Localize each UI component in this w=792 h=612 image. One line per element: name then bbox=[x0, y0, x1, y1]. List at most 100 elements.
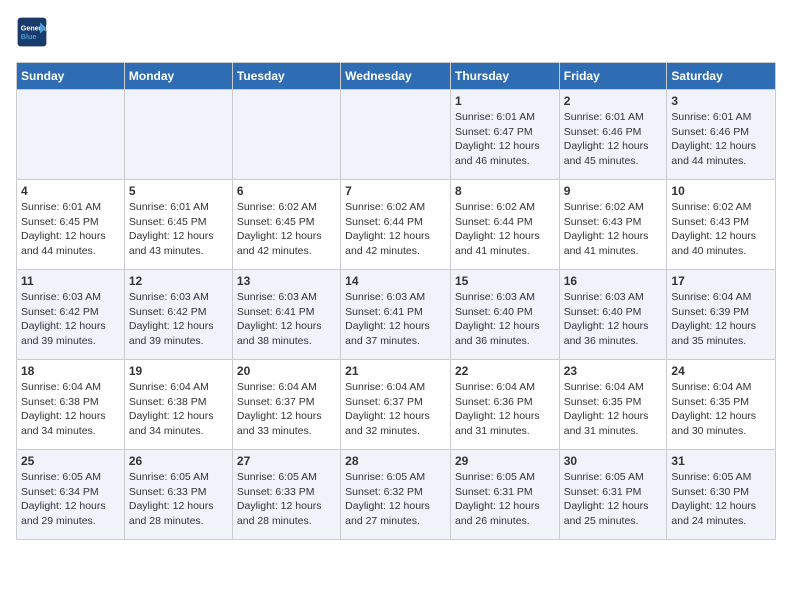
calendar-cell: 17 Sunrise: 6:04 AM Sunset: 6:39 PM Dayli… bbox=[667, 270, 776, 360]
day-number: 9 bbox=[564, 184, 663, 198]
logo: General Blue bbox=[16, 16, 52, 48]
calendar-cell: 31 Sunrise: 6:05 AM Sunset: 6:30 PM Dayli… bbox=[667, 450, 776, 540]
calendar-cell: 1Sunrise: 6:01 AM Sunset: 6:47 PM Daylig… bbox=[450, 90, 559, 180]
day-info: Sunrise: 6:03 AM Sunset: 6:40 PM Dayligh… bbox=[564, 290, 663, 349]
calendar-cell: 6 Sunrise: 6:02 AM Sunset: 6:45 PM Daylig… bbox=[232, 180, 340, 270]
day-number: 24 bbox=[671, 364, 771, 378]
day-info: Sunrise: 6:04 AM Sunset: 6:35 PM Dayligh… bbox=[564, 380, 663, 439]
column-header-sunday: Sunday bbox=[17, 63, 125, 90]
day-number: 18 bbox=[21, 364, 120, 378]
day-number: 20 bbox=[237, 364, 336, 378]
day-number: 21 bbox=[345, 364, 446, 378]
day-info: Sunrise: 6:04 AM Sunset: 6:37 PM Dayligh… bbox=[345, 380, 446, 439]
day-info: Sunrise: 6:05 AM Sunset: 6:32 PM Dayligh… bbox=[345, 470, 446, 529]
day-number: 30 bbox=[564, 454, 663, 468]
calendar-cell: 12 Sunrise: 6:03 AM Sunset: 6:42 PM Dayli… bbox=[124, 270, 232, 360]
column-header-wednesday: Wednesday bbox=[341, 63, 451, 90]
calendar-cell: 26 Sunrise: 6:05 AM Sunset: 6:33 PM Dayli… bbox=[124, 450, 232, 540]
day-number: 4 bbox=[21, 184, 120, 198]
day-info: Sunrise: 6:02 AM Sunset: 6:43 PM Dayligh… bbox=[671, 200, 771, 259]
day-info: Sunrise: 6:02 AM Sunset: 6:43 PM Dayligh… bbox=[564, 200, 663, 259]
calendar-cell: 27 Sunrise: 6:05 AM Sunset: 6:33 PM Dayli… bbox=[232, 450, 340, 540]
day-info: Sunrise: 6:05 AM Sunset: 6:33 PM Dayligh… bbox=[237, 470, 336, 529]
day-info: Sunrise: 6:03 AM Sunset: 6:41 PM Dayligh… bbox=[345, 290, 446, 349]
day-number: 25 bbox=[21, 454, 120, 468]
day-number: 13 bbox=[237, 274, 336, 288]
day-info: Sunrise: 6:01 AM Sunset: 6:46 PM Dayligh… bbox=[564, 110, 663, 169]
calendar-cell: 11 Sunrise: 6:03 AM Sunset: 6:42 PM Dayli… bbox=[17, 270, 125, 360]
day-number: 23 bbox=[564, 364, 663, 378]
day-number: 12 bbox=[129, 274, 228, 288]
day-info: Sunrise: 6:05 AM Sunset: 6:33 PM Dayligh… bbox=[129, 470, 228, 529]
day-number: 7 bbox=[345, 184, 446, 198]
day-number: 17 bbox=[671, 274, 771, 288]
day-number: 28 bbox=[345, 454, 446, 468]
day-info: Sunrise: 6:05 AM Sunset: 6:30 PM Dayligh… bbox=[671, 470, 771, 529]
calendar-cell bbox=[232, 90, 340, 180]
day-number: 26 bbox=[129, 454, 228, 468]
day-info: Sunrise: 6:03 AM Sunset: 6:40 PM Dayligh… bbox=[455, 290, 555, 349]
day-info: Sunrise: 6:05 AM Sunset: 6:31 PM Dayligh… bbox=[564, 470, 663, 529]
day-number: 5 bbox=[129, 184, 228, 198]
day-info: Sunrise: 6:01 AM Sunset: 6:45 PM Dayligh… bbox=[21, 200, 120, 259]
column-header-tuesday: Tuesday bbox=[232, 63, 340, 90]
calendar-cell: 24 Sunrise: 6:04 AM Sunset: 6:35 PM Dayli… bbox=[667, 360, 776, 450]
day-info: Sunrise: 6:02 AM Sunset: 6:44 PM Dayligh… bbox=[345, 200, 446, 259]
calendar-cell bbox=[17, 90, 125, 180]
day-info: Sunrise: 6:03 AM Sunset: 6:42 PM Dayligh… bbox=[129, 290, 228, 349]
day-number: 16 bbox=[564, 274, 663, 288]
calendar-cell: 15 Sunrise: 6:03 AM Sunset: 6:40 PM Dayli… bbox=[450, 270, 559, 360]
column-header-friday: Friday bbox=[559, 63, 667, 90]
day-number: 8 bbox=[455, 184, 555, 198]
calendar-cell: 25 Sunrise: 6:05 AM Sunset: 6:34 PM Dayli… bbox=[17, 450, 125, 540]
day-info: Sunrise: 6:01 AM Sunset: 6:46 PM Dayligh… bbox=[671, 110, 771, 169]
calendar-cell: 5 Sunrise: 6:01 AM Sunset: 6:45 PM Daylig… bbox=[124, 180, 232, 270]
day-info: Sunrise: 6:01 AM Sunset: 6:45 PM Dayligh… bbox=[129, 200, 228, 259]
day-info: Sunrise: 6:04 AM Sunset: 6:36 PM Dayligh… bbox=[455, 380, 555, 439]
day-info: Sunrise: 6:05 AM Sunset: 6:31 PM Dayligh… bbox=[455, 470, 555, 529]
calendar-cell: 21 Sunrise: 6:04 AM Sunset: 6:37 PM Dayli… bbox=[341, 360, 451, 450]
calendar-cell: 29 Sunrise: 6:05 AM Sunset: 6:31 PM Dayli… bbox=[450, 450, 559, 540]
calendar-cell bbox=[341, 90, 451, 180]
calendar-cell: 16 Sunrise: 6:03 AM Sunset: 6:40 PM Dayli… bbox=[559, 270, 667, 360]
calendar-cell: 18 Sunrise: 6:04 AM Sunset: 6:38 PM Dayli… bbox=[17, 360, 125, 450]
day-number: 31 bbox=[671, 454, 771, 468]
calendar-cell: 14 Sunrise: 6:03 AM Sunset: 6:41 PM Dayli… bbox=[341, 270, 451, 360]
day-number: 2 bbox=[564, 94, 663, 108]
calendar-cell: 4 Sunrise: 6:01 AM Sunset: 6:45 PM Daylig… bbox=[17, 180, 125, 270]
day-info: Sunrise: 6:04 AM Sunset: 6:35 PM Dayligh… bbox=[671, 380, 771, 439]
calendar-cell bbox=[124, 90, 232, 180]
day-number: 19 bbox=[129, 364, 228, 378]
day-number: 6 bbox=[237, 184, 336, 198]
day-info: Sunrise: 6:01 AM Sunset: 6:47 PM Dayligh… bbox=[455, 110, 555, 169]
calendar-cell: 19 Sunrise: 6:04 AM Sunset: 6:38 PM Dayli… bbox=[124, 360, 232, 450]
calendar-cell: 28 Sunrise: 6:05 AM Sunset: 6:32 PM Dayli… bbox=[341, 450, 451, 540]
svg-text:Blue: Blue bbox=[21, 32, 37, 41]
day-number: 14 bbox=[345, 274, 446, 288]
day-info: Sunrise: 6:04 AM Sunset: 6:38 PM Dayligh… bbox=[21, 380, 120, 439]
column-header-saturday: Saturday bbox=[667, 63, 776, 90]
day-info: Sunrise: 6:02 AM Sunset: 6:44 PM Dayligh… bbox=[455, 200, 555, 259]
calendar-cell: 30 Sunrise: 6:05 AM Sunset: 6:31 PM Dayli… bbox=[559, 450, 667, 540]
calendar-cell: 23 Sunrise: 6:04 AM Sunset: 6:35 PM Dayli… bbox=[559, 360, 667, 450]
logo-icon: General Blue bbox=[16, 16, 48, 48]
day-number: 11 bbox=[21, 274, 120, 288]
day-info: Sunrise: 6:04 AM Sunset: 6:38 PM Dayligh… bbox=[129, 380, 228, 439]
column-header-thursday: Thursday bbox=[450, 63, 559, 90]
day-number: 15 bbox=[455, 274, 555, 288]
day-info: Sunrise: 6:05 AM Sunset: 6:34 PM Dayligh… bbox=[21, 470, 120, 529]
day-number: 10 bbox=[671, 184, 771, 198]
day-number: 3 bbox=[671, 94, 771, 108]
day-info: Sunrise: 6:03 AM Sunset: 6:42 PM Dayligh… bbox=[21, 290, 120, 349]
day-info: Sunrise: 6:04 AM Sunset: 6:37 PM Dayligh… bbox=[237, 380, 336, 439]
calendar-cell: 3 Sunrise: 6:01 AM Sunset: 6:46 PM Daylig… bbox=[667, 90, 776, 180]
calendar-cell: 9 Sunrise: 6:02 AM Sunset: 6:43 PM Daylig… bbox=[559, 180, 667, 270]
day-info: Sunrise: 6:04 AM Sunset: 6:39 PM Dayligh… bbox=[671, 290, 771, 349]
day-info: Sunrise: 6:02 AM Sunset: 6:45 PM Dayligh… bbox=[237, 200, 336, 259]
calendar-cell: 8 Sunrise: 6:02 AM Sunset: 6:44 PM Daylig… bbox=[450, 180, 559, 270]
day-info: Sunrise: 6:03 AM Sunset: 6:41 PM Dayligh… bbox=[237, 290, 336, 349]
calendar-cell: 2 Sunrise: 6:01 AM Sunset: 6:46 PM Daylig… bbox=[559, 90, 667, 180]
day-number: 29 bbox=[455, 454, 555, 468]
column-header-monday: Monday bbox=[124, 63, 232, 90]
day-number: 27 bbox=[237, 454, 336, 468]
